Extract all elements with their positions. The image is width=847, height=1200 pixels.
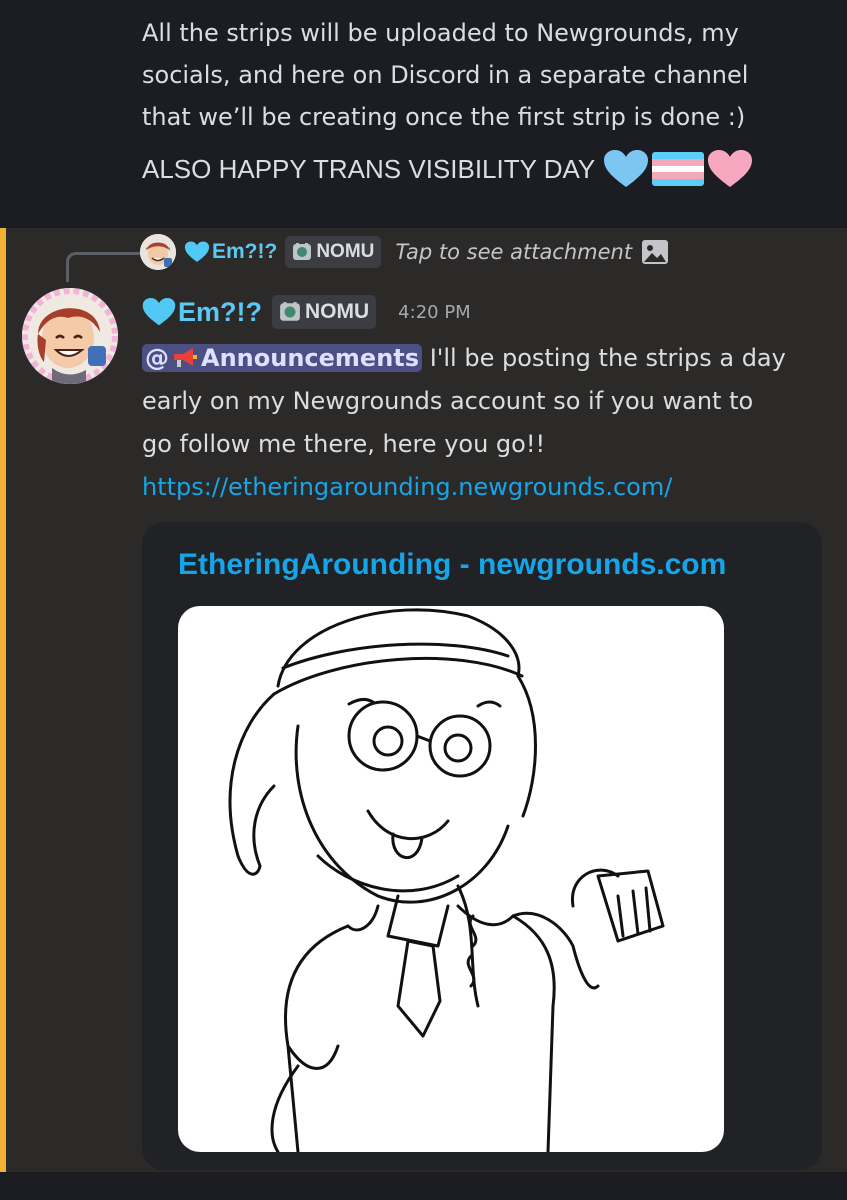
- server-tag-icon: [293, 243, 312, 260]
- pink-heart-icon: [708, 150, 753, 187]
- reply-username[interactable]: Em?!?: [212, 240, 277, 264]
- username[interactable]: Em?!?: [178, 297, 262, 328]
- channel-mention[interactable]: @ Announcements: [142, 344, 423, 372]
- link-embed[interactable]: EtheringArounding - newgrounds.com: [142, 522, 822, 1170]
- message-text-line: socials, and here on Discord in a separa…: [142, 61, 749, 89]
- bottom-divider: [0, 1172, 847, 1200]
- mention-prefix: @: [145, 344, 169, 372]
- message-line: go follow me there, here you go!!: [142, 430, 546, 458]
- message-link[interactable]: https://etheringarounding.newgrounds.com…: [142, 466, 832, 509]
- reply-preview[interactable]: Em?!? NOMU Tap to see attachment: [140, 232, 670, 272]
- image-attachment-icon: [642, 240, 669, 264]
- mention-highlight-bar: [0, 228, 6, 1200]
- emoji-group: [603, 149, 753, 189]
- previous-message: All the strips will be uploaded to Newgr…: [0, 0, 847, 228]
- mention-channel-name: Announcements: [201, 344, 420, 372]
- reply-spine: [66, 252, 146, 282]
- server-tag-label: NOMU: [316, 241, 375, 262]
- blue-heart-icon: [142, 297, 176, 326]
- character-sketch: [228, 608, 665, 1152]
- avatar[interactable]: [140, 234, 176, 270]
- avatar-image: [22, 288, 118, 384]
- message-text: I'll be posting the strips a day: [429, 344, 786, 372]
- message-text: ALSO HAPPY TRANS VISIBILITY DAY: [142, 154, 596, 184]
- message-body: @ Announcements I'll be posting the strip…: [142, 337, 832, 509]
- server-tag[interactable]: NOMU: [272, 295, 377, 329]
- reply-text[interactable]: Tap to see attachment: [395, 240, 632, 264]
- message-line: early on my Newgrounds account so if you…: [142, 387, 754, 415]
- trans-flag-icon: [652, 152, 705, 186]
- message-text-line: that we’ll be creating once the first st…: [142, 103, 746, 131]
- server-tag-label: NOMU: [305, 300, 370, 323]
- message-line: @ Announcements I'll be posting the strip…: [142, 337, 832, 380]
- blue-heart-icon: [604, 150, 649, 187]
- server-tag[interactable]: NOMU: [285, 236, 382, 268]
- embed-title[interactable]: EtheringArounding - newgrounds.com: [178, 548, 726, 582]
- megaphone-icon: [174, 348, 197, 367]
- blue-heart-icon: [184, 241, 210, 262]
- timestamp: 4:20 PM: [398, 301, 471, 323]
- avatar[interactable]: [22, 288, 118, 384]
- message-text-line: ALSO HAPPY TRANS VISIBILITY DAY: [142, 148, 827, 190]
- embed-image[interactable]: [178, 606, 724, 1152]
- server-tag-icon: [280, 302, 300, 321]
- message-text-line: All the strips will be uploaded to Newgr…: [142, 19, 739, 47]
- avatar-image: [140, 234, 176, 270]
- message-header: Em?!? NOMU 4:20 PM: [142, 290, 471, 334]
